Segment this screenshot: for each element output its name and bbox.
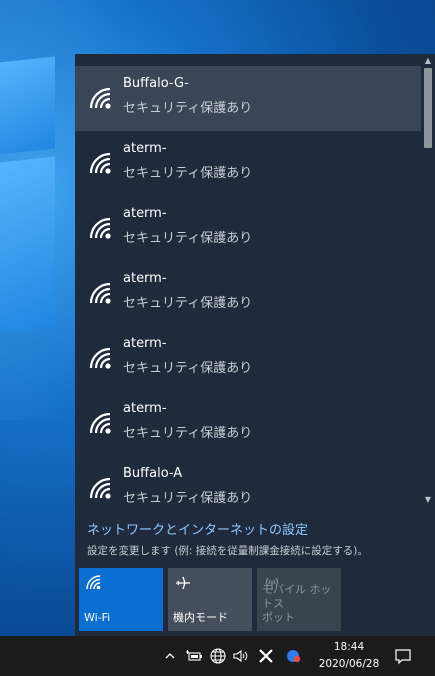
wifi-signal-icon — [89, 217, 111, 239]
wifi-signal-icon — [89, 347, 111, 369]
scrollbar-thumb[interactable] — [424, 68, 432, 148]
hotspot-tile-label: モバイル ホットス ポット — [262, 583, 341, 625]
network-settings-description: 設定を変更します (例: 接続を従量制課金接続に設定する)。 — [87, 545, 368, 557]
network-item[interactable]: aterm- セキュリティ保護あり — [75, 261, 421, 326]
network-globe-icon[interactable] — [207, 636, 229, 676]
network-status: セキュリティ保護あり — [123, 166, 253, 181]
wifi-icon — [86, 575, 101, 590]
network-name: Buffalo-A — [123, 466, 183, 481]
wifi-signal-icon — [89, 477, 111, 499]
clock-time[interactable]: 18:44 — [320, 641, 378, 653]
network-item[interactable]: aterm- セキュリティ保護あり — [75, 131, 421, 196]
clock-date[interactable]: 2020/06/28 — [316, 658, 382, 670]
airplane-mode-tile[interactable]: 機内モード — [168, 568, 252, 631]
network-flyout: Buffalo-G- セキュリティ保護あり aterm- セキュリティ保護あり — [75, 54, 435, 636]
volume-icon[interactable] — [230, 636, 252, 676]
windows-logo-pane-bottom — [0, 156, 55, 334]
chevron-up-icon[interactable] — [160, 636, 180, 676]
notification-icon[interactable] — [390, 636, 416, 676]
windows-logo-pane-top — [0, 56, 55, 156]
network-name: aterm- — [123, 206, 167, 221]
network-name: Buffalo-G- — [123, 76, 189, 91]
x-app-icon[interactable] — [255, 636, 277, 676]
network-list-scrollbar[interactable]: ▲ ▼ — [421, 54, 435, 507]
network-item[interactable]: aterm- セキュリティ保護あり — [75, 391, 421, 456]
network-status: セキュリティ保護あり — [123, 231, 253, 246]
scroll-up-arrow-icon[interactable]: ▲ — [421, 54, 435, 68]
scroll-down-arrow-icon[interactable]: ▼ — [421, 493, 435, 507]
airplane-tile-label: 機内モード — [173, 611, 228, 624]
chrome-like-app-icon[interactable] — [283, 636, 305, 676]
network-status: セキュリティ保護あり — [123, 101, 253, 116]
network-status: セキュリティ保護あり — [123, 296, 253, 311]
battery-plug-icon[interactable] — [183, 636, 205, 676]
network-name: aterm- — [123, 336, 167, 351]
wifi-signal-icon — [89, 412, 111, 434]
network-settings-link[interactable]: ネットワークとインターネットの設定 — [87, 519, 308, 538]
network-status: セキュリティ保護あり — [123, 491, 253, 506]
wifi-toggle-tile[interactable]: Wi-Fi — [79, 568, 163, 631]
taskbar: 18:44 2020/06/28 — [0, 636, 435, 676]
wifi-signal-icon — [89, 282, 111, 304]
hotspot-label-line1: モバイル ホットス — [262, 583, 332, 610]
network-item[interactable]: Buffalo-G- セキュリティ保護あり — [75, 66, 421, 131]
network-item[interactable]: aterm- セキュリティ保護あり — [75, 196, 421, 261]
airplane-icon — [176, 576, 190, 590]
network-list: Buffalo-G- セキュリティ保護あり aterm- セキュリティ保護あり — [75, 54, 421, 507]
network-status: セキュリティ保護あり — [123, 426, 253, 441]
network-item[interactable]: Buffalo-A セキュリティ保護あり — [75, 456, 421, 507]
wifi-tile-label: Wi-Fi — [84, 611, 111, 624]
wifi-signal-icon — [89, 152, 111, 174]
network-name: aterm- — [123, 271, 167, 286]
network-name: aterm- — [123, 401, 167, 416]
mobile-hotspot-tile[interactable]: モバイル ホットス ポット — [257, 568, 341, 631]
network-status: セキュリティ保護あり — [123, 361, 253, 376]
hotspot-label-line2: ポット — [262, 611, 295, 624]
network-name: aterm- — [123, 141, 167, 156]
network-item[interactable]: aterm- セキュリティ保護あり — [75, 326, 421, 391]
wifi-signal-icon — [89, 87, 111, 109]
